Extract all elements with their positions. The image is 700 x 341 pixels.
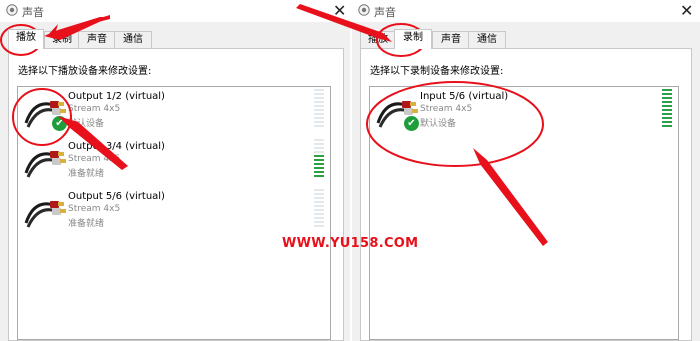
annotation-overlay <box>0 4 548 246</box>
annotation-arrow <box>44 17 110 40</box>
tab-recording[interactable]: 录制 <box>394 29 432 49</box>
annotation-circle <box>12 88 72 146</box>
annotation-arrow <box>296 4 392 42</box>
annotation-arrow <box>58 116 128 170</box>
annotation-circle <box>366 81 544 167</box>
annotation-arrow <box>473 148 548 246</box>
watermark-text: WWW.YU158.COM <box>282 236 419 251</box>
tab-playback[interactable]: 播放 <box>8 29 44 49</box>
